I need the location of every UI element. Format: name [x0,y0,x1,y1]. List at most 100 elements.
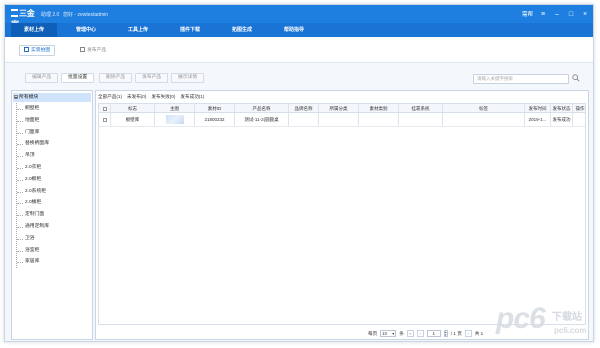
header-cell: 挂靠系统 [399,104,443,112]
row-select[interactable] [99,113,111,126]
header-cell: 操作 [575,106,585,111]
page-input[interactable]: 1 [426,330,441,337]
row-cell: 发布成功 [551,113,573,126]
show-detail-button[interactable]: 展示详情 [171,73,205,83]
action-toolbar: 编辑产品 批量设置 删除产品 发布产品 展示详情 请输入关键字搜索 [5,71,593,86]
tree-item[interactable]: 2.0橱柜 [17,174,90,186]
watermark-url: pc6.com [554,326,587,335]
list-icon[interactable]: ≡ [539,10,547,18]
tree-item[interactable]: 定制门面 [17,209,90,221]
per-page-select[interactable]: 10 [380,330,397,337]
row-cell [359,113,399,126]
tab-failed[interactable]: 发布失败(0) [151,92,175,101]
tab-unpublished[interactable]: 未发布(0) [127,92,146,101]
header-cell: 素材类别 [359,104,399,112]
row-cell [289,113,319,126]
row-cell [399,113,443,126]
tab-all[interactable]: 全部产品(1) [98,92,122,101]
tree-item[interactable]: 2.0衣柜 [17,162,90,174]
nav-item-plugins[interactable]: 插件下载 [167,23,213,37]
tree-item[interactable]: 卫浴 [17,233,90,245]
nav-item-help[interactable]: 帮助指导 [271,23,317,37]
tree-item[interactable]: 2.0系统柜 [17,186,90,198]
batch-settings-button[interactable]: 批量设置 [61,73,95,83]
watermark-logo: pc6 [496,302,546,335]
title-bar: 三金家 助理 2.0 您好 - zewtestadmin 需帮 ≡ – □ × [5,5,593,29]
nav-item-manage[interactable]: 管理中心 [63,23,109,37]
select-all-checkbox[interactable] [102,106,107,111]
app-logo: 三金家 [11,8,39,29]
header-cell: 标签 [443,104,525,112]
first-page-icon[interactable]: « [406,330,414,337]
page-spinner[interactable]: ▴ ▾ [443,330,448,337]
collapse-icon[interactable] [14,95,18,99]
user-greeting: 您好 - zewtestadmin [63,12,109,18]
watermark-sub: 下载站 [552,312,582,323]
tree-item[interactable]: 家居库 [17,256,90,268]
nav-item-generate[interactable]: 拓图生成 [219,23,265,37]
tree-item[interactable]: 2.0桶柜 [17,197,90,209]
row-cell: 测试-11-2(圆圆桌 [235,113,289,126]
row-cell: 2019-1... [525,113,551,126]
row-thumbnail [155,113,195,126]
tree-list: 橱壁柜 地面柜 门面库 替换柄面库 吊顶 2.0衣柜 2.0橱柜 2.0系统柜 … [16,103,90,269]
total-count: 共 1 [474,330,484,336]
table-row[interactable]: 橱壁库 21800232 测试-11-2(圆圆桌 2019-1... 发布成功 [99,113,585,127]
close-icon[interactable]: × [581,10,589,18]
tree-item[interactable]: 橱壁柜 [17,103,90,115]
table-header: 标志 主图 素材ID 产品名称 品牌名称 所属分类 素材类别 挂靠系统 标签 发… [99,104,585,113]
total-pages: / 1 页 [450,330,462,336]
tree-root-all[interactable]: 所有模块 [13,93,91,102]
help-link[interactable]: 需帮 [522,10,533,18]
row-cell [443,113,525,126]
category-tree-panel: 所有模块 橱壁柜 地面柜 门面库 替换柄面库 吊顶 2.0衣柜 2.0橱柜 2.… [11,90,93,340]
app-version: 助理 2.0 [41,12,60,18]
row-checkbox[interactable] [102,117,107,122]
publish-product-button[interactable]: 发布产品 [75,45,112,56]
tree-item[interactable]: 地面柜 [17,115,90,127]
status-tabs: 全部产品(1) 未发布(0) 发布失败(0) 发布成功(1) [98,92,204,101]
header-cell: 产品名称 [235,104,289,112]
header-cell: 品牌名称 [289,104,319,112]
nav-item-upload[interactable]: 素材上传 [11,23,57,37]
header-cell: 发布时间 [525,104,551,112]
row-cell: 橱壁库 [111,113,155,126]
header-select[interactable] [99,104,111,112]
tree-item[interactable]: 通用定制库 [17,221,90,233]
row-cell: 21800232 [195,113,235,126]
search-input[interactable]: 请输入关键字搜索 [473,74,569,84]
per-page-unit: 条 [399,330,404,336]
search-icon[interactable] [572,74,580,82]
product-thumbnail [165,115,184,125]
tree-item[interactable]: 门面库 [17,127,90,139]
header-cell: 标志 [111,104,155,112]
tree-item[interactable]: 替换柄面库 [17,138,90,150]
upload-icon [80,47,85,52]
row-cell [573,113,587,126]
publish-selected-button[interactable]: 发布产品 [135,73,169,83]
tab-success[interactable]: 发布成功(1) [180,92,204,101]
window-controls: 需帮 ≡ – □ × [522,8,589,20]
tree-item[interactable]: 吊顶 [17,150,90,162]
app-window: 三金家 助理 2.0 您好 - zewtestadmin 需帮 ≡ – □ × … [4,4,594,342]
header-cell: 所属分类 [319,104,359,112]
primary-toolbar: 实景拍图 发布产品 [5,37,593,63]
product-table: 标志 主图 素材ID 产品名称 品牌名称 所属分类 素材类别 挂靠系统 标签 发… [98,103,586,325]
row-cell [319,113,359,126]
nav-item-tools[interactable]: 工具上传 [115,23,161,37]
prev-page-icon[interactable]: ‹ [416,330,424,337]
watermark: pc6 下载站 pc6.com [496,300,596,344]
header-cell: 主图 [155,104,195,112]
tree-item[interactable]: 浴室柜 [17,245,90,257]
per-page-label: 每页 [368,330,378,336]
new-icon [24,47,29,52]
next-page-icon[interactable]: › [464,330,472,337]
maximize-icon[interactable]: □ [567,10,575,18]
pagination: 每页 10 条 « ‹ 1 ▴▾ / 1 页 › 共 1 [368,329,483,338]
header-cell: 发布状态 [551,104,573,112]
main-nav: 素材上传 管理中心 工具上传 插件下载 拓图生成 帮助指导 [5,23,593,37]
new-scene-button[interactable]: 实景拍图 [19,45,56,56]
delete-product-button[interactable]: 删除产品 [99,73,133,83]
edit-product-button[interactable]: 编辑产品 [25,73,59,83]
minimize-icon[interactable]: – [553,10,561,18]
